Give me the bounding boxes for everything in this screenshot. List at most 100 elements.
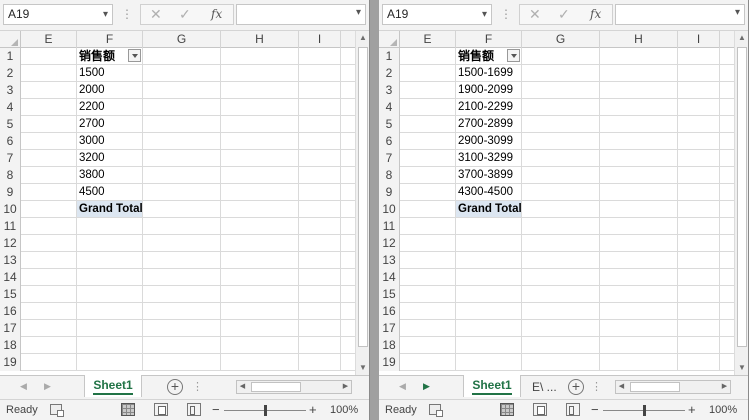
- pivot-value-cell[interactable]: 1500-1699: [456, 65, 522, 81]
- pivot-value-cell[interactable]: 2700: [77, 116, 143, 132]
- row-header[interactable]: 16: [0, 303, 21, 320]
- cell[interactable]: [678, 235, 720, 251]
- cell[interactable]: [522, 167, 600, 183]
- row-header[interactable]: 2: [0, 65, 21, 82]
- row-header[interactable]: 1: [0, 48, 21, 65]
- cell[interactable]: [600, 116, 678, 132]
- cell[interactable]: [400, 116, 456, 132]
- cell[interactable]: [456, 354, 522, 370]
- scroll-up-icon[interactable]: ▲: [356, 31, 369, 45]
- zoom-slider-thumb[interactable]: [643, 405, 646, 416]
- cell[interactable]: [299, 320, 341, 336]
- cell[interactable]: [221, 150, 299, 166]
- cell[interactable]: [21, 99, 77, 115]
- scroll-down-icon[interactable]: ▼: [735, 361, 748, 375]
- cell[interactable]: [400, 354, 456, 370]
- row-header[interactable]: 9: [0, 184, 21, 201]
- horizontal-scrollbar[interactable]: ◀ ▶: [615, 380, 731, 394]
- cell[interactable]: [143, 184, 221, 200]
- column-header-i[interactable]: I: [678, 31, 720, 48]
- chevron-down-icon[interactable]: ▾: [735, 7, 740, 18]
- cell[interactable]: [143, 320, 221, 336]
- column-header-h[interactable]: H: [600, 31, 678, 48]
- pivot-header-cell[interactable]: 销售额: [77, 48, 143, 64]
- cell[interactable]: [77, 218, 143, 234]
- cell[interactable]: [678, 133, 720, 149]
- cell[interactable]: [400, 184, 456, 200]
- scroll-left-icon[interactable]: ◀: [616, 381, 627, 393]
- cell[interactable]: [77, 269, 143, 285]
- zoom-level[interactable]: 100%: [709, 404, 737, 416]
- cell[interactable]: [221, 116, 299, 132]
- cell[interactable]: [400, 252, 456, 268]
- cell[interactable]: [77, 320, 143, 336]
- cell[interactable]: [221, 201, 299, 217]
- row-header[interactable]: 11: [379, 218, 400, 235]
- cell[interactable]: [522, 252, 600, 268]
- column-header-g[interactable]: G: [522, 31, 600, 48]
- cell[interactable]: [600, 269, 678, 285]
- cell[interactable]: [600, 286, 678, 302]
- cell[interactable]: [522, 133, 600, 149]
- cell[interactable]: [600, 99, 678, 115]
- cell[interactable]: [77, 354, 143, 370]
- zoom-level[interactable]: 100%: [330, 404, 358, 416]
- pivot-value-cell[interactable]: 2100-2299: [456, 99, 522, 115]
- cell[interactable]: [456, 235, 522, 251]
- cell[interactable]: [299, 48, 341, 64]
- column-header-h[interactable]: H: [221, 31, 299, 48]
- select-all-corner[interactable]: [379, 31, 400, 48]
- more-options-icon[interactable]: ⋮: [500, 7, 512, 21]
- cell[interactable]: [299, 150, 341, 166]
- cell[interactable]: [299, 116, 341, 132]
- cell[interactable]: [299, 218, 341, 234]
- tab-next-icon[interactable]: ▶: [44, 381, 51, 392]
- cell[interactable]: [221, 303, 299, 319]
- cell[interactable]: [143, 218, 221, 234]
- cell[interactable]: [522, 99, 600, 115]
- cell[interactable]: [21, 269, 77, 285]
- insert-function-icon[interactable]: fx: [211, 7, 222, 21]
- row-header[interactable]: 13: [0, 252, 21, 269]
- row-header[interactable]: 16: [379, 303, 400, 320]
- column-header-f[interactable]: F: [456, 31, 522, 48]
- grand-total-cell[interactable]: Grand Total: [77, 201, 143, 217]
- cell[interactable]: [600, 167, 678, 183]
- cell[interactable]: [522, 354, 600, 370]
- cell[interactable]: [221, 218, 299, 234]
- row-header[interactable]: 12: [0, 235, 21, 252]
- cell[interactable]: [21, 48, 77, 64]
- cancel-icon[interactable]: ✕: [150, 6, 162, 23]
- macro-recording-icon[interactable]: [50, 404, 64, 417]
- cell[interactable]: [221, 286, 299, 302]
- cell[interactable]: [221, 82, 299, 98]
- pivot-value-cell[interactable]: 1900-2099: [456, 82, 522, 98]
- cell[interactable]: [299, 252, 341, 268]
- enter-icon[interactable]: ✓: [558, 6, 570, 23]
- cell[interactable]: [522, 269, 600, 285]
- cell[interactable]: [221, 184, 299, 200]
- cell[interactable]: [600, 354, 678, 370]
- scroll-thumb[interactable]: [630, 382, 680, 392]
- normal-view-icon[interactable]: [500, 403, 514, 416]
- cell[interactable]: [77, 235, 143, 251]
- cell[interactable]: [678, 218, 720, 234]
- zoom-out-icon[interactable]: −: [591, 402, 599, 417]
- formula-input[interactable]: ▾: [236, 4, 366, 25]
- name-box[interactable]: A19 ▾: [3, 4, 113, 25]
- cell[interactable]: [456, 252, 522, 268]
- row-header[interactable]: 19: [379, 354, 400, 371]
- name-box[interactable]: A19 ▾: [382, 4, 492, 25]
- cell[interactable]: [678, 116, 720, 132]
- row-header[interactable]: 4: [0, 99, 21, 116]
- cell[interactable]: [21, 184, 77, 200]
- scroll-up-icon[interactable]: ▲: [735, 31, 748, 45]
- page-break-preview-icon[interactable]: [566, 403, 580, 416]
- cell[interactable]: [400, 303, 456, 319]
- pivot-value-cell[interactable]: 3100-3299: [456, 150, 522, 166]
- row-header[interactable]: 17: [0, 320, 21, 337]
- cell[interactable]: [77, 286, 143, 302]
- cell[interactable]: [143, 235, 221, 251]
- cell[interactable]: [21, 167, 77, 183]
- row-header[interactable]: 12: [379, 235, 400, 252]
